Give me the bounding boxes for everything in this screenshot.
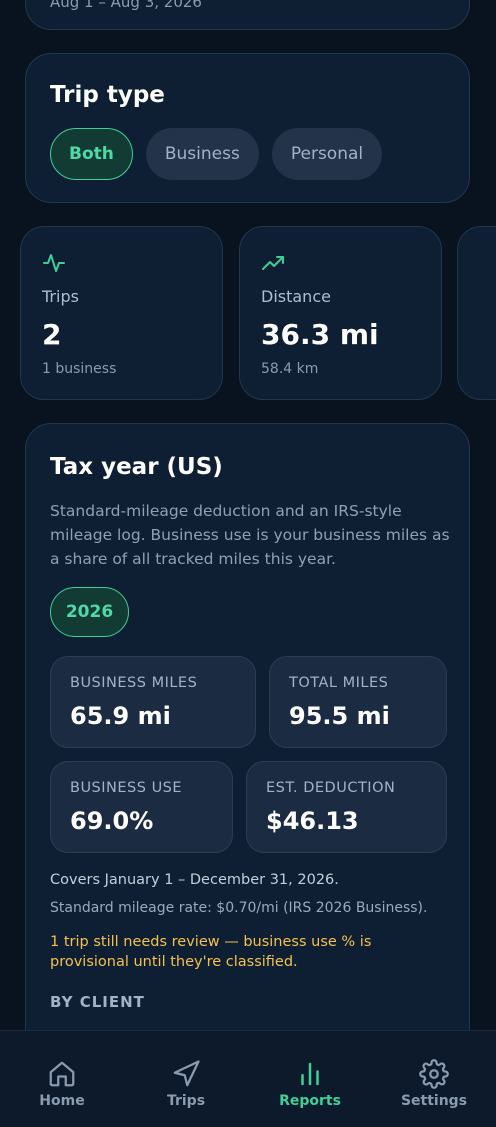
trips-stat-label: Trips [42,287,79,306]
activity-icon [43,254,65,272]
nav-settings[interactable]: Settings [372,1031,496,1111]
date-range-card[interactable]: Aug 1 – Aug 3, 2026 [25,0,470,30]
year-2026-chip[interactable]: 2026 [50,587,129,637]
trip-type-personal-chip[interactable]: Personal [271,128,383,180]
date-range-text: Aug 1 – Aug 3, 2026 [50,0,202,11]
metric-label: BUSINESS USE [70,780,183,796]
metric-label: TOTAL MILES [289,675,389,691]
tax-year-title: Tax year (US) [50,454,223,480]
tax-year-card: Tax year (US) Standard-mileage deduction… [25,423,470,1127]
trip-type-both-chip[interactable]: Both [50,128,133,180]
review-warning[interactable]: 1 trip still needs review — business use… [50,932,450,972]
trips-stat-sub: 1 business [42,361,117,377]
bar-chart-icon [301,1062,319,1086]
coverage-text: Covers January 1 – December 31, 2026. [50,872,339,888]
distance-stat-label: Distance [261,287,331,306]
trip-type-title: Trip type [50,82,165,108]
metric-value: 65.9 mi [70,702,171,730]
nav-trips-label: Trips [166,1093,206,1109]
business-miles-metric: BUSINESS MILES 65.9 mi [50,656,256,748]
distance-stat-card: Distance 36.3 mi 58.4 km [239,226,442,400]
nav-home-label: Home [39,1093,85,1109]
metric-value: 69.0% [70,807,154,835]
tax-year-description: Standard-mileage deduction and an IRS-st… [50,502,450,568]
trips-stat-value: 2 [42,318,62,351]
nav-settings-label: Settings [400,1093,468,1109]
metric-label: BUSINESS MILES [70,675,198,691]
bottom-nav: Home Trips Reports Settings [0,1030,496,1127]
home-icon [49,1061,75,1087]
nav-reports[interactable]: Reports [248,1031,372,1111]
mileage-rate-text: Standard mileage rate: $0.70/mi (IRS 202… [50,900,428,916]
distance-stat-sub: 58.4 km [261,361,319,377]
distance-stat-value: 36.3 mi [261,318,379,351]
trip-type-chips: Both Business Personal [50,128,383,180]
metric-value: 95.5 mi [289,702,390,730]
navigation-icon [173,1060,200,1087]
trending-up-icon [262,256,284,270]
next-stat-card [457,226,496,400]
gear-icon [419,1059,449,1089]
total-miles-metric: TOTAL MILES 95.5 mi [269,656,447,748]
by-client-heading: BY CLIENT [50,993,145,1011]
metric-value: $46.13 [266,807,359,835]
trips-stat-card: Trips 2 1 business [20,226,223,400]
nav-home[interactable]: Home [0,1031,124,1111]
est-deduction-metric: EST. DEDUCTION $46.13 [246,761,447,853]
nav-trips[interactable]: Trips [124,1031,248,1111]
business-use-metric: BUSINESS USE 69.0% [50,761,233,853]
metric-label: EST. DEDUCTION [266,780,396,796]
trip-type-card: Trip type Both Business Personal [25,53,470,203]
nav-reports-label: Reports [279,1093,341,1109]
reports-screen: Aug 1 – Aug 3, 2026 Trip type Both Busin… [0,0,496,1127]
trip-type-business-chip[interactable]: Business [145,128,259,180]
